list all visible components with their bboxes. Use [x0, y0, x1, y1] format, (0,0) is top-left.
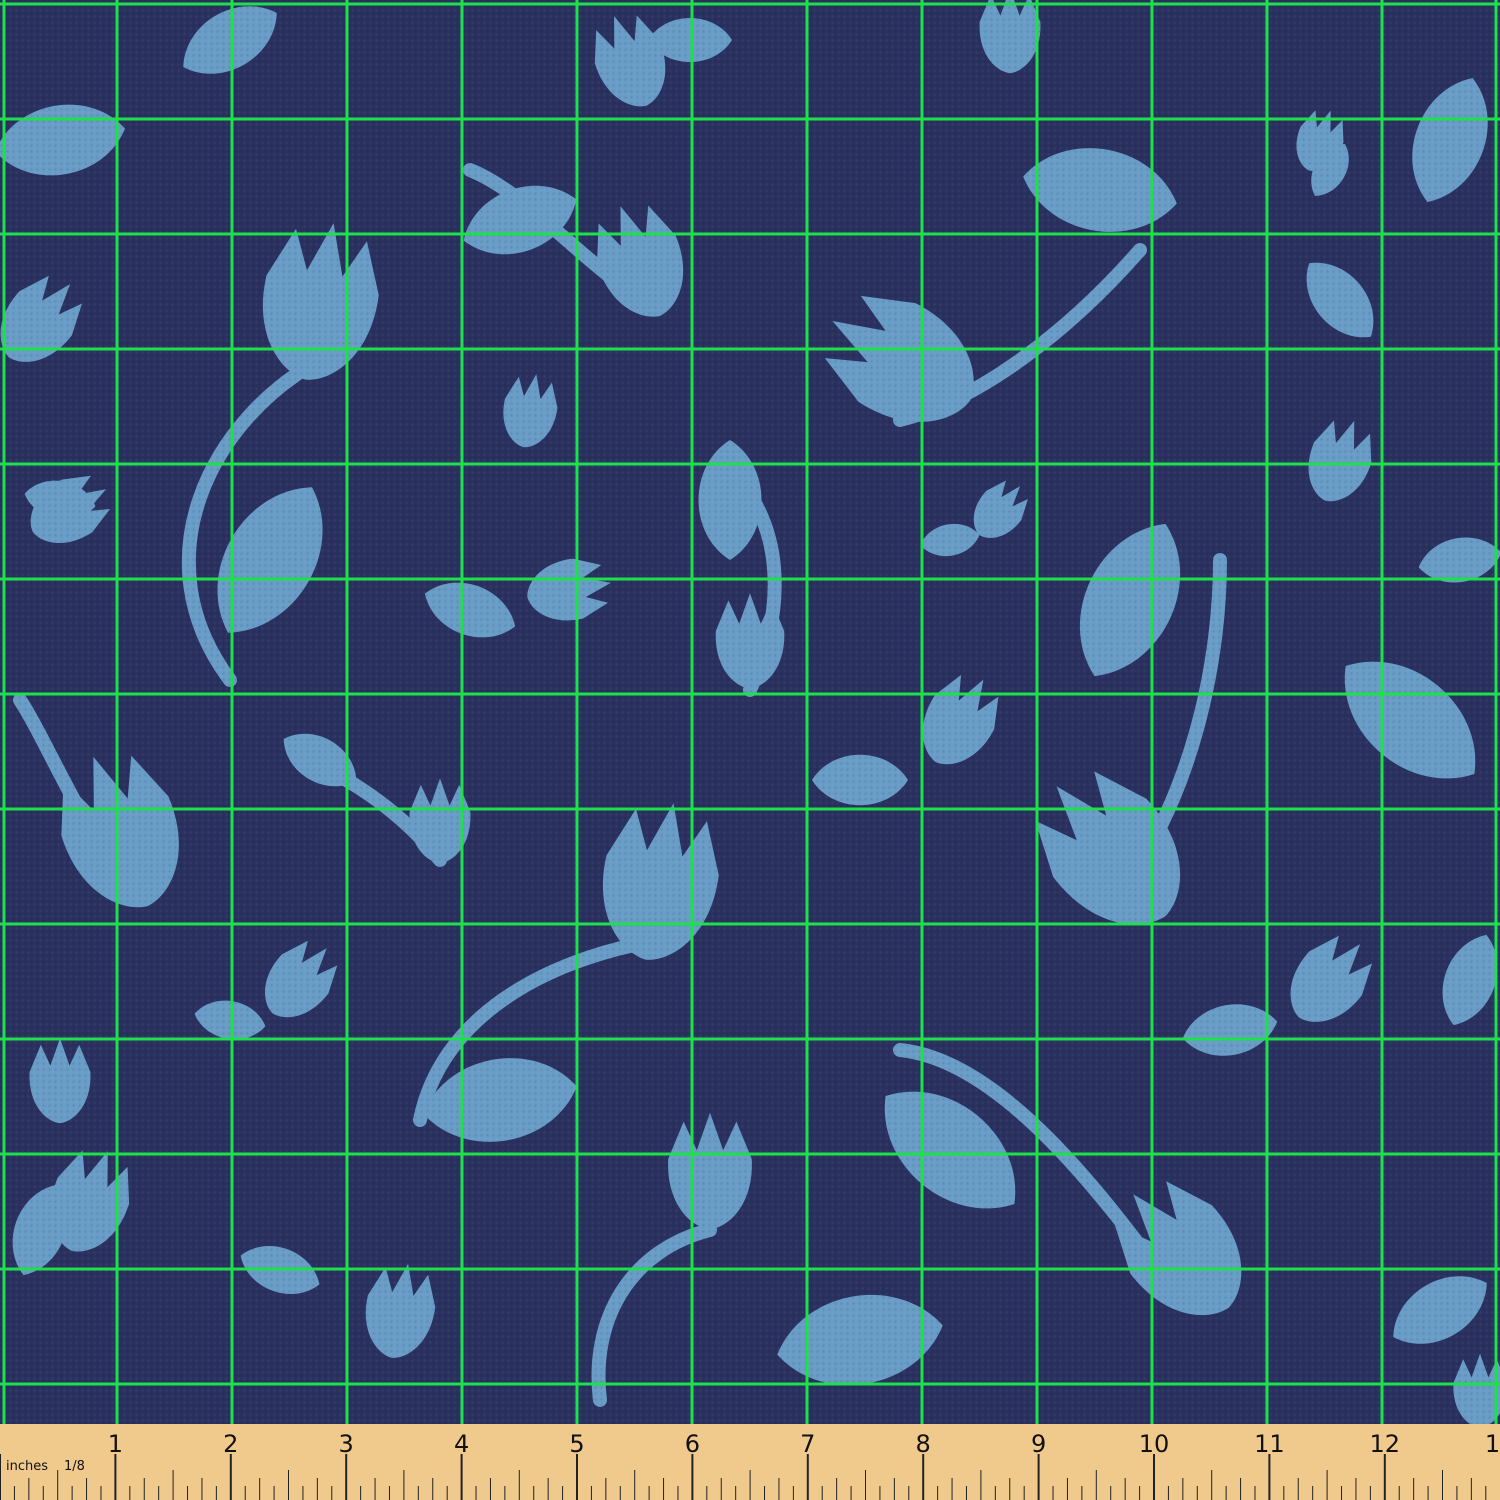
ruler-unit-label: inches: [6, 1459, 48, 1474]
ruler-number: 4: [454, 1430, 469, 1458]
fabric-swatch-view: 12345678910111213 inches 1/8: [0, 0, 1500, 1500]
inch-ruler: 12345678910111213 inches 1/8: [0, 1424, 1500, 1500]
ruler-number: 9: [1031, 1430, 1046, 1458]
ruler-number: 8: [916, 1430, 931, 1458]
ruler-number: 12: [1370, 1430, 1401, 1458]
floral-fabric-pattern: [0, 0, 1500, 1424]
ruler-number: 13: [1485, 1430, 1500, 1458]
ruler-number: 11: [1254, 1430, 1285, 1458]
ruler-number: 1: [108, 1430, 123, 1458]
ruler-number: 6: [685, 1430, 700, 1458]
ruler-subdivision-label: 1/8: [64, 1459, 85, 1474]
ruler-number: 7: [800, 1430, 815, 1458]
ruler-number: 3: [339, 1430, 354, 1458]
ruler-number: 10: [1139, 1430, 1170, 1458]
ruler-number: 2: [223, 1430, 238, 1458]
fabric-weave-texture: [0, 0, 1500, 1424]
ruler-number: 5: [569, 1430, 584, 1458]
